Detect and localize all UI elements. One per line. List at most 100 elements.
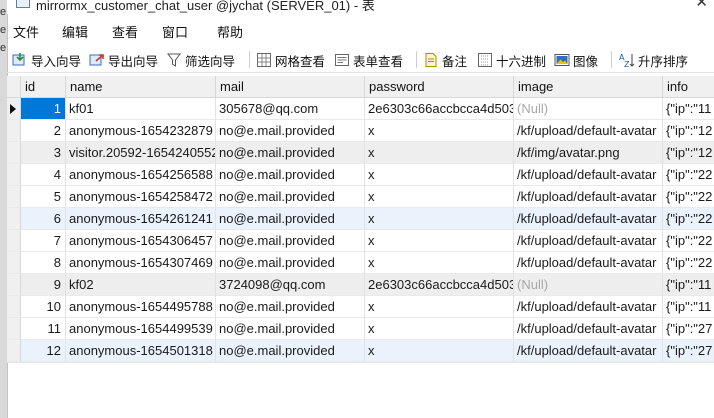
cell-mail[interactable]: 3724098@qq.com: [216, 274, 365, 296]
cell-password[interactable]: 2e6303c66accbcca4d503f: [365, 98, 514, 120]
cell-info[interactable]: {"ip":"27: [663, 340, 714, 362]
table-row[interactable]: 12 anonymous-1654501318 no@e.mail.provided…: [7, 340, 714, 362]
cell-password[interactable]: x: [365, 230, 514, 252]
cell-info[interactable]: {"ip":"22: [663, 252, 714, 274]
table-row[interactable]: 5 anonymous-1654258472 no@e.mail.provided x…: [7, 186, 714, 208]
row-indicator[interactable]: [7, 98, 21, 120]
row-indicator[interactable]: [7, 318, 21, 340]
cell-id[interactable]: 10: [21, 296, 66, 318]
cell-mail[interactable]: no@e.mail.provided: [216, 164, 365, 186]
cell-password[interactable]: x: [365, 318, 514, 340]
table-row[interactable]: 7 anonymous-1654306457 no@e.mail.provided x…: [7, 230, 714, 252]
cell-image[interactable]: /kf/upload/default-avatar: [514, 296, 663, 318]
cell-info[interactable]: {"ip":"11: [663, 274, 714, 296]
cell-image[interactable]: (Null): [514, 274, 663, 296]
cell-name[interactable]: visitor.20592-1654240552: [66, 142, 216, 164]
menu-edit[interactable]: 编辑: [62, 22, 88, 41]
close-icon[interactable]: ✕: [695, 0, 708, 11]
row-indicator[interactable]: [7, 208, 21, 230]
row-indicator[interactable]: [7, 274, 21, 296]
cell-info[interactable]: {"ip":"22: [663, 186, 714, 208]
table-row[interactable]: 6 anonymous-1654261241 no@e.mail.provided x…: [7, 208, 714, 230]
column-header-id[interactable]: id: [21, 76, 66, 97]
table-row[interactable]: 4 anonymous-1654256588 no@e.mail.provided x…: [7, 164, 714, 186]
cell-password[interactable]: x: [365, 252, 514, 274]
row-indicator[interactable]: [7, 296, 21, 318]
column-header-info[interactable]: info: [663, 76, 714, 97]
grid-view-button[interactable]: 网格查看: [256, 51, 325, 69]
cell-id[interactable]: 3: [21, 142, 66, 164]
form-view-button[interactable]: 表单查看: [334, 51, 403, 69]
cell-id[interactable]: 6: [21, 208, 66, 230]
cell-password[interactable]: x: [365, 208, 514, 230]
table-row[interactable]: 9 kf02 3724098@qq.com 2e6303c66accbcca4d503…: [7, 274, 714, 296]
cell-id[interactable]: 12: [21, 340, 66, 362]
cell-id[interactable]: 2: [21, 120, 66, 142]
cell-image[interactable]: (Null): [514, 98, 663, 120]
cell-id[interactable]: 1: [21, 98, 66, 120]
column-header-password[interactable]: password: [365, 76, 514, 97]
cell-name[interactable]: anonymous-1654261241: [66, 208, 216, 230]
cell-info[interactable]: {"ip":"22: [663, 164, 714, 186]
image-button[interactable]: 图像: [554, 51, 598, 69]
cell-image[interactable]: /kf/upload/default-avatar: [514, 208, 663, 230]
memo-button[interactable]: 备注: [423, 51, 467, 69]
cell-mail[interactable]: no@e.mail.provided: [216, 230, 365, 252]
cell-id[interactable]: 7: [21, 230, 66, 252]
cell-info[interactable]: {"ip":"22: [663, 230, 714, 252]
table-row[interactable]: 8 anonymous-1654307469 no@e.mail.provided x…: [7, 252, 714, 274]
cell-image[interactable]: /kf/upload/default-avatar: [514, 120, 663, 142]
cell-mail[interactable]: no@e.mail.provided: [216, 340, 365, 362]
cell-mail[interactable]: 305678@qq.com: [216, 98, 365, 120]
row-indicator[interactable]: [7, 120, 21, 142]
sort-ascending-button[interactable]: AZ 升序排序: [619, 51, 688, 69]
cell-id[interactable]: 4: [21, 164, 66, 186]
export-wizard-button[interactable]: 导出向导: [89, 51, 158, 69]
cell-mail[interactable]: no@e.mail.provided: [216, 318, 365, 340]
cell-mail[interactable]: no@e.mail.provided: [216, 252, 365, 274]
cell-password[interactable]: x: [365, 164, 514, 186]
cell-info[interactable]: {"ip":"12: [663, 142, 714, 164]
menu-view[interactable]: 查看: [112, 22, 138, 41]
cell-id[interactable]: 5: [21, 186, 66, 208]
cell-image[interactable]: /kf/img/avatar.png: [514, 142, 663, 164]
menu-file[interactable]: 文件: [13, 22, 39, 41]
cell-mail[interactable]: no@e.mail.provided: [216, 208, 365, 230]
filter-wizard-button[interactable]: 筛选向导: [166, 51, 235, 69]
cell-info[interactable]: {"ip":"11: [663, 98, 714, 120]
cell-info[interactable]: {"ip":"12: [663, 120, 714, 142]
cell-image[interactable]: /kf/upload/default-avatar: [514, 164, 663, 186]
table-row[interactable]: 10 anonymous-1654495788 no@e.mail.provided…: [7, 296, 714, 318]
cell-name[interactable]: anonymous-1654232879: [66, 120, 216, 142]
cell-id[interactable]: 8: [21, 252, 66, 274]
cell-password[interactable]: x: [365, 296, 514, 318]
cell-name[interactable]: anonymous-1654307469: [66, 252, 216, 274]
table-row[interactable]: 3 visitor.20592-1654240552 no@e.mail.provi…: [7, 142, 714, 164]
hex-button[interactable]: 十六进制: [477, 51, 546, 69]
cell-name[interactable]: kf01: [66, 98, 216, 120]
table-row[interactable]: 2 anonymous-1654232879 no@e.mail.provided x…: [7, 120, 714, 142]
cell-password[interactable]: x: [365, 120, 514, 142]
menu-help[interactable]: 帮助: [217, 22, 243, 41]
cell-name[interactable]: anonymous-1654256588: [66, 164, 216, 186]
cell-password[interactable]: x: [365, 186, 514, 208]
column-header-name[interactable]: name: [66, 76, 216, 97]
import-wizard-button[interactable]: 导入向导: [12, 51, 81, 69]
cell-mail[interactable]: no@e.mail.provided: [216, 142, 365, 164]
cell-name[interactable]: anonymous-1654258472: [66, 186, 216, 208]
cell-id[interactable]: 9: [21, 274, 66, 296]
column-header-image[interactable]: image: [514, 76, 663, 97]
cell-name[interactable]: anonymous-1654499539: [66, 318, 216, 340]
cell-name[interactable]: anonymous-1654501318: [66, 340, 216, 362]
cell-mail[interactable]: no@e.mail.provided: [216, 296, 365, 318]
cell-id[interactable]: 11: [21, 318, 66, 340]
cell-image[interactable]: /kf/upload/default-avatar: [514, 186, 663, 208]
cell-image[interactable]: /kf/upload/default-avatar: [514, 318, 663, 340]
row-indicator[interactable]: [7, 252, 21, 274]
table-row[interactable]: 11 anonymous-1654499539 no@e.mail.provided…: [7, 318, 714, 340]
cell-name[interactable]: anonymous-1654306457: [66, 230, 216, 252]
cell-info[interactable]: {"ip":"27: [663, 318, 714, 340]
menu-window[interactable]: 窗口: [162, 22, 188, 41]
cell-password[interactable]: x: [365, 340, 514, 362]
row-indicator[interactable]: [7, 230, 21, 252]
